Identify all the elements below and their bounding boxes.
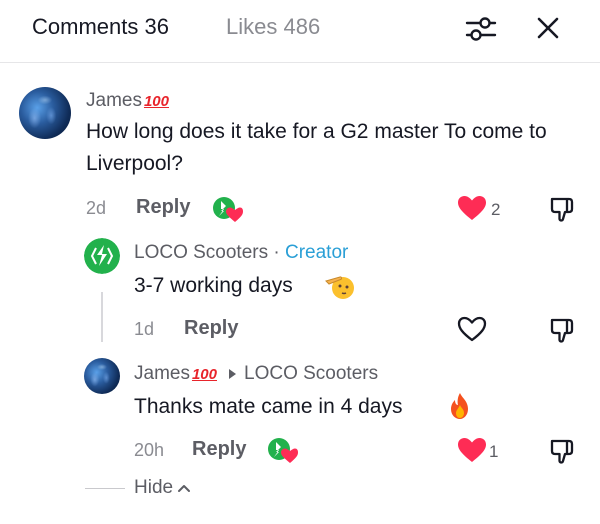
hide-label: Hide [134, 477, 174, 498]
like-heart-outline-icon[interactable] [456, 315, 488, 343]
reply-button[interactable]: Reply [184, 317, 238, 340]
reply-to-username[interactable]: LOCO Scooters [244, 363, 378, 384]
fire-emoji-icon [451, 393, 468, 419]
reply-button[interactable]: Reply [136, 196, 190, 219]
tab-comments[interactable]: Comments 36 [32, 14, 169, 40]
header-divider [0, 62, 600, 63]
hide-replies-button[interactable]: Hide [134, 477, 191, 499]
like-count: 2 [491, 200, 501, 219]
reply-button[interactable]: Reply [192, 438, 246, 461]
dislike-icon[interactable] [548, 436, 578, 466]
username-text: James [134, 363, 190, 384]
close-icon[interactable] [535, 15, 561, 41]
avatar[interactable] [84, 358, 120, 394]
dislike-icon[interactable] [548, 194, 578, 224]
like-heart-icon[interactable] [456, 194, 488, 222]
dislike-icon[interactable] [548, 315, 578, 345]
reply-username[interactable]: LOCO Scooters · Creator [134, 242, 348, 264]
reply-text: Thanks mate came in 4 days [134, 391, 402, 423]
hundred-badge-icon: 100 [191, 366, 217, 383]
creator-liked-icon [213, 197, 243, 222]
filter-sliders-icon[interactable] [463, 12, 499, 46]
avatar[interactable] [84, 238, 120, 274]
username-text: James [86, 90, 142, 111]
like-heart-icon[interactable] [456, 436, 488, 464]
creator-label: Creator [285, 242, 349, 263]
comment-username[interactable]: James 100 [86, 90, 169, 112]
tab-likes[interactable]: Likes 486 [226, 14, 320, 40]
username-text: LOCO Scooters [134, 242, 269, 263]
creator-liked-icon [268, 438, 298, 463]
reply-username[interactable]: James 100 LOCO Scooters [134, 363, 378, 385]
name-separator: · [268, 242, 285, 263]
reply-text: 3-7 working days [134, 270, 293, 302]
comment-text: How long does it take for a G2 master To… [86, 120, 547, 175]
avatar[interactable] [19, 87, 71, 139]
hundred-badge-icon: 100 [143, 93, 169, 110]
thread-line [101, 292, 103, 342]
chevron-up-icon [178, 484, 191, 492]
reply-time: 1d [134, 319, 155, 339]
reply-time: 20h [134, 440, 165, 460]
saluting-face-emoji-icon [325, 276, 354, 299]
reply-text-content: 3-7 working days [134, 274, 293, 297]
reply-text-content: Thanks mate came in 4 days [134, 395, 403, 418]
reply-arrow-icon [229, 368, 236, 379]
comment-time: 2d [86, 198, 107, 218]
like-count: 1 [489, 442, 499, 461]
hide-divider [85, 488, 125, 489]
